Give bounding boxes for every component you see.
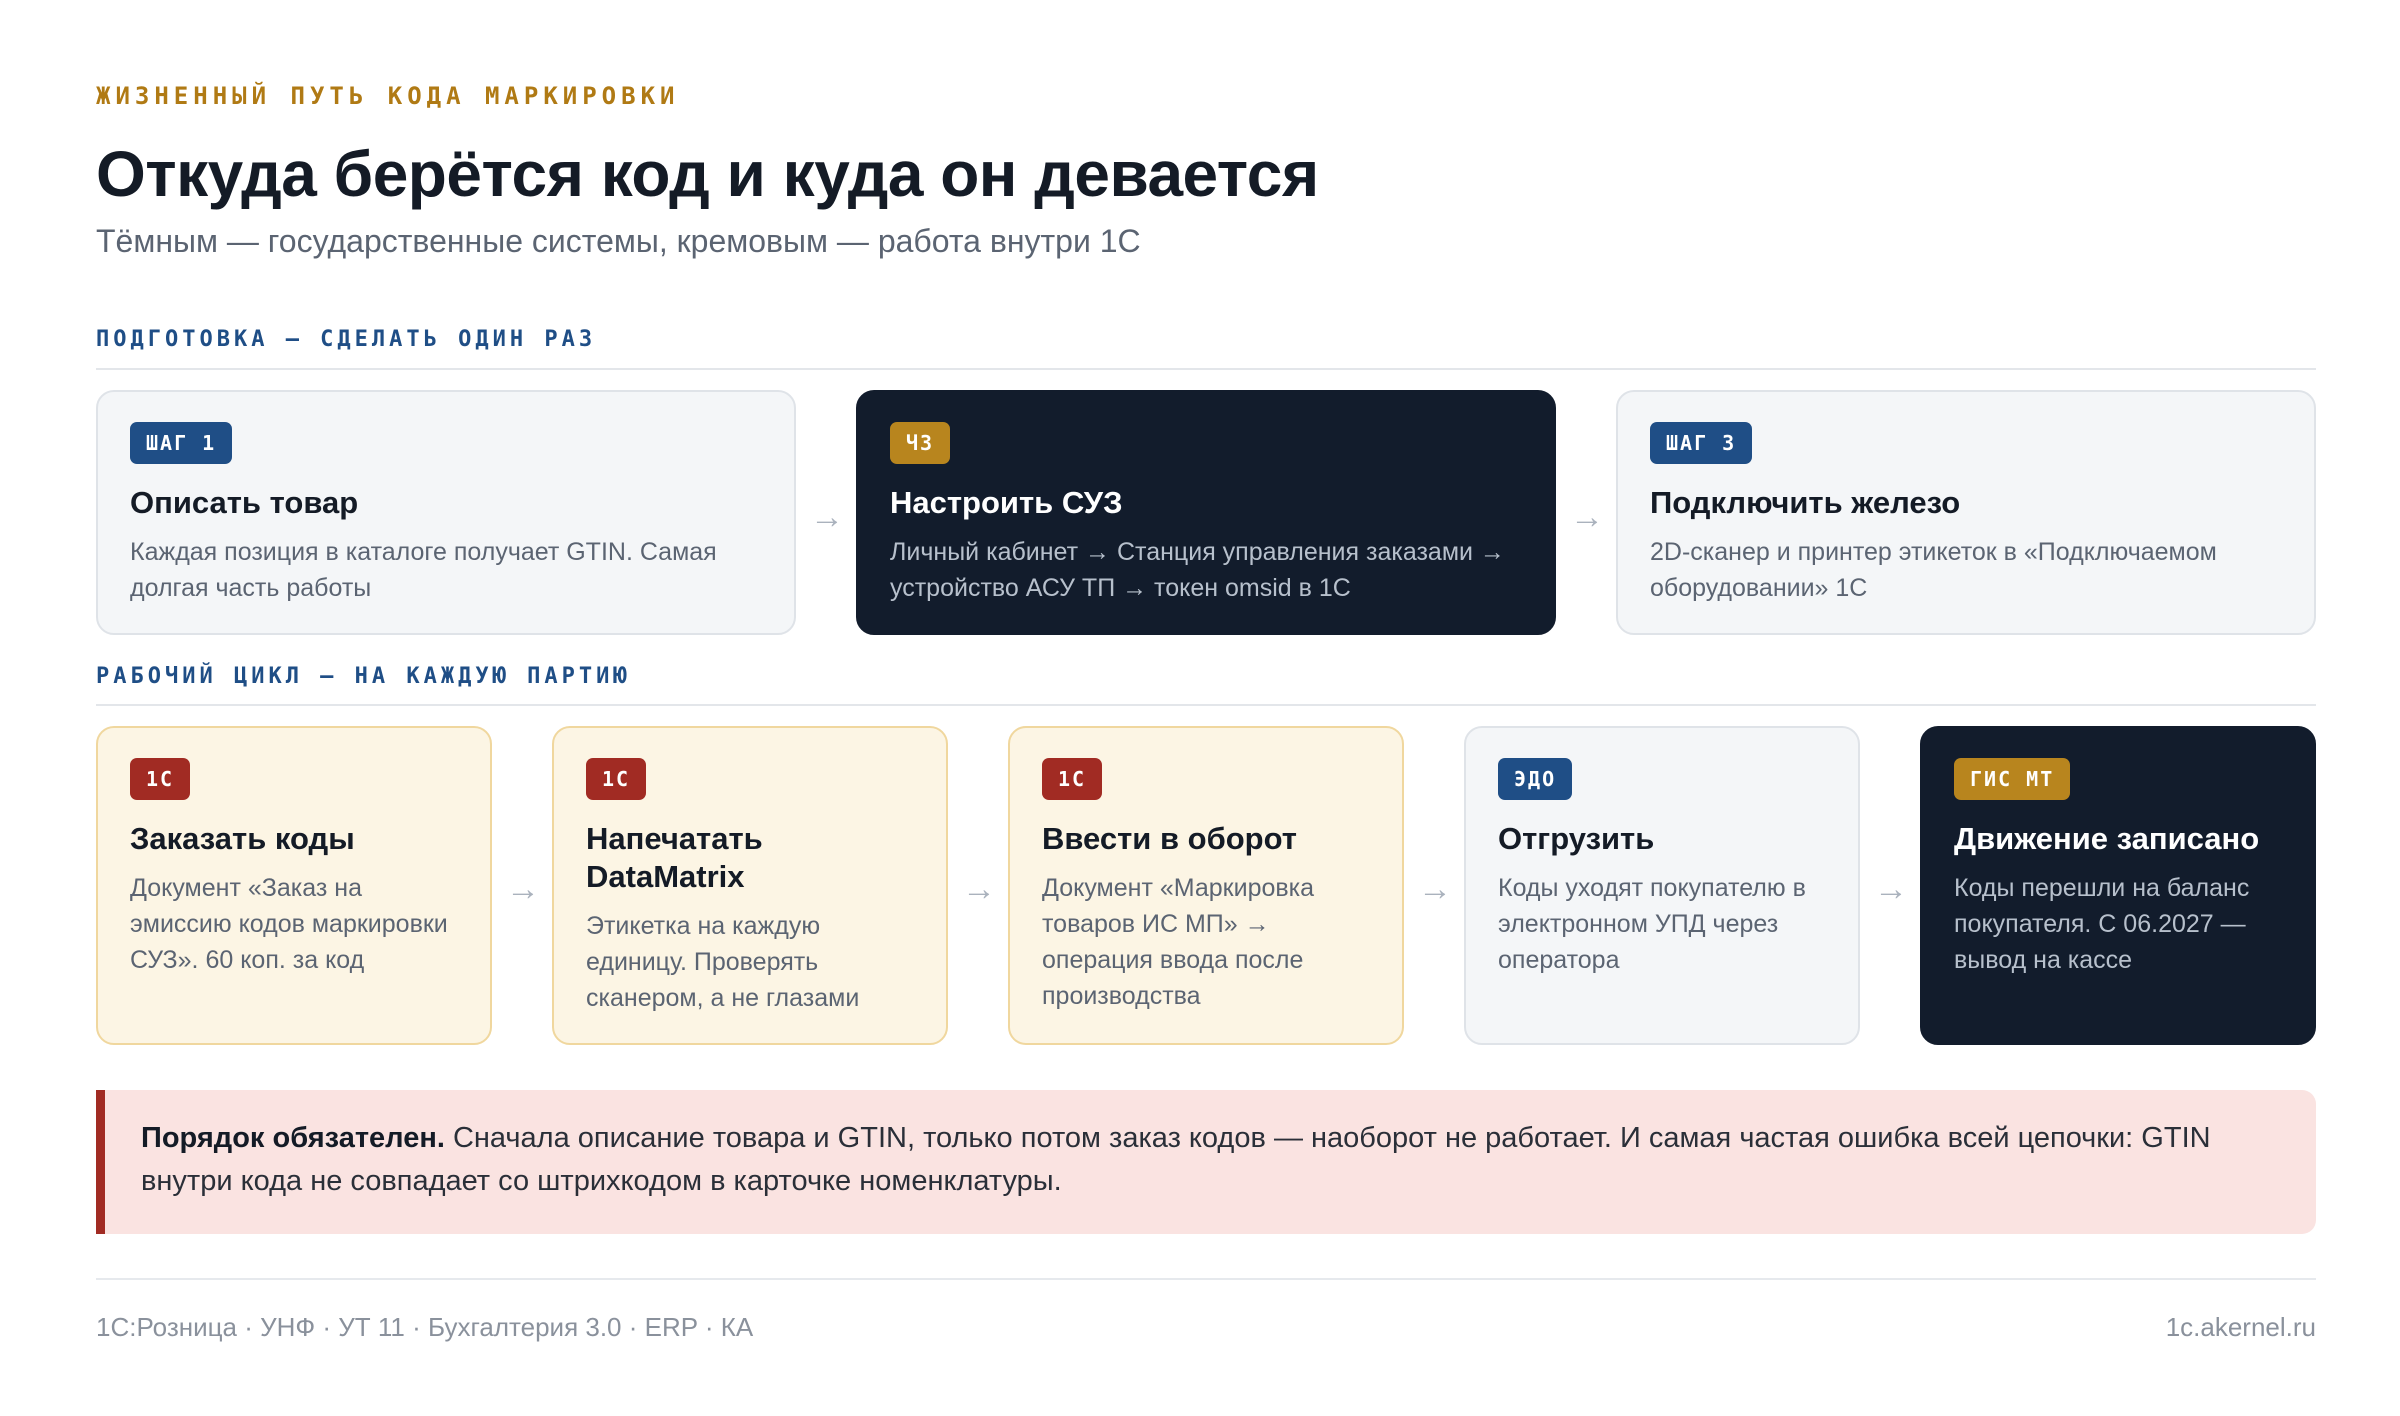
order-warning-callout: Порядок обязателен. Сначала описание тов… <box>96 1090 2316 1234</box>
footer-site-link[interactable]: 1c.akernel.ru <box>2166 1312 2316 1343</box>
eyebrow-label: ЖИЗНЕННЫЙ ПУТЬ КОДА МАРКИРОВКИ <box>96 82 680 110</box>
card-text: Документ «Заказ на эмиссию кодов маркиро… <box>130 874 448 974</box>
system-badge: 1С <box>1042 758 1103 800</box>
prep-card-connect-hardware: ШАГ 3 Подключить железо 2D-сканер и прин… <box>1616 390 2316 635</box>
card-title: Движение записано <box>1954 821 2260 856</box>
card-text: Документ «Маркировка товаров ИС МП» → оп… <box>1042 874 1315 1010</box>
arrow-right-icon: → <box>1570 498 1604 536</box>
arrow-right-icon: → <box>506 870 540 908</box>
arrow-right-icon: → <box>810 498 844 536</box>
card-text: Этикетка на каждую единицу. Проверять ск… <box>586 912 860 1012</box>
page-subtitle: Тёмным — государственные системы, кремов… <box>96 223 1141 259</box>
card-text: Каждая позиция в каталоге получает GTIN.… <box>130 538 717 602</box>
card-text: 2D-сканер и принтер этикеток в «Подключа… <box>1650 538 2217 602</box>
card-text: Коды перешли на баланс покупателя. С 06.… <box>1954 874 2250 974</box>
footer-divider <box>96 1278 2316 1280</box>
section-divider <box>96 704 2316 706</box>
page: ЖИЗНЕННЫЙ ПУТЬ КОДА МАРКИРОВКИ Откуда бе… <box>0 0 2400 1416</box>
card-title: Напечатать DataMatrix <box>586 821 763 894</box>
cycle-card-put-into-circulation: 1С Ввести в оборот Документ «Маркировка … <box>1008 726 1404 1045</box>
system-badge: ЧЗ <box>890 422 951 464</box>
section-label-preparation: ПОДГОТОВКА — СДЕЛАТЬ ОДИН РАЗ <box>96 327 597 352</box>
cycle-card-ship: ЭДО Отгрузить Коды уходят покупателю в э… <box>1464 726 1860 1045</box>
prep-card-setup-suz: ЧЗ Настроить СУЗ Личный кабинет → Станци… <box>856 390 1556 635</box>
section-divider <box>96 368 2316 370</box>
card-title: Подключить железо <box>1650 485 1961 520</box>
cycle-card-print-datamatrix: 1С Напечатать DataMatrix Этикетка на каж… <box>552 726 948 1045</box>
system-badge: 1С <box>130 758 191 800</box>
step-badge: ШАГ 3 <box>1650 422 1753 464</box>
system-badge: ЭДО <box>1498 758 1573 800</box>
callout-heading: Порядок обязателен. <box>141 1122 445 1154</box>
section-label-cycle: РАБОЧИЙ ЦИКЛ — НА КАЖДУЮ ПАРТИЮ <box>96 664 631 689</box>
step-badge: ШАГ 1 <box>130 422 233 464</box>
card-text: Личный кабинет → Станция управления зака… <box>890 538 1505 602</box>
arrow-right-icon: → <box>962 870 996 908</box>
system-badge: 1С <box>586 758 647 800</box>
card-title: Ввести в оборот <box>1042 821 1297 856</box>
page-title: Откуда берётся код и куда он девается <box>96 138 1319 210</box>
callout-text: Сначала описание товара и GTIN, только п… <box>141 1122 2211 1197</box>
card-title: Заказать коды <box>130 821 355 856</box>
card-title: Настроить СУЗ <box>890 485 1123 520</box>
arrow-right-icon: → <box>1418 870 1452 908</box>
card-title: Описать товар <box>130 485 359 520</box>
footer-products: 1С:Розница · УНФ · УТ 11 · Бухгалтерия 3… <box>96 1312 754 1342</box>
arrow-right-icon: → <box>1874 870 1908 908</box>
system-badge: ГИС МТ <box>1954 758 2071 800</box>
prep-card-describe-goods: ШАГ 1 Описать товар Каждая позиция в кат… <box>96 390 796 635</box>
card-text: Коды уходят покупателю в электронном УПД… <box>1498 874 1806 974</box>
cycle-card-movement-recorded: ГИС МТ Движение записано Коды перешли на… <box>1920 726 2316 1045</box>
cycle-card-order-codes: 1С Заказать коды Документ «Заказ на эмис… <box>96 726 492 1045</box>
card-title: Отгрузить <box>1498 821 1655 856</box>
